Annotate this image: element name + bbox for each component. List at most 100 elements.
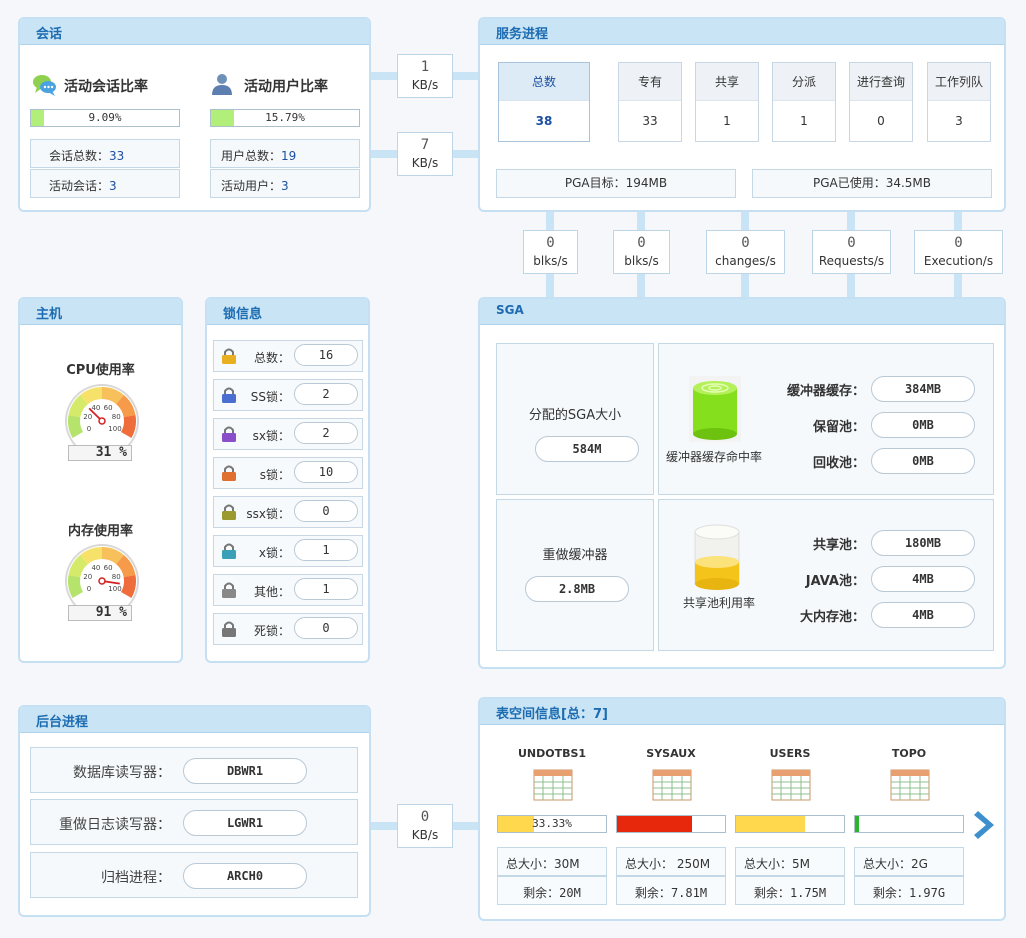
shared-pool-cylinder-icon [694,524,740,590]
user-ratio-title: 活动用户比率 [244,79,328,95]
session-active: 活动会话：3 [30,169,180,198]
buffer-cache-label: 缓冲器缓存： [786,384,865,399]
java-pool-label: JAVA池： [805,574,865,589]
lock-value: 2 [294,422,358,444]
svg-text:20: 20 [83,573,92,581]
session-active-value: 3 [109,179,117,193]
arch-label: 归档进程： [101,870,171,886]
locks-panel: 锁信息 总数： 16 SS锁： 2 sx锁： 2 s锁： 10 ssx锁： 0 x锁： 1 其他： 1 死锁… [205,297,370,663]
recycle-pool-value: 0MB [871,448,975,474]
tablespace-usage-bar [735,815,845,833]
session-ratio-value: 9.09% [88,111,122,124]
tablespace-free-value: 7.81M [670,886,708,900]
io-rate-value: 0 [847,235,856,251]
buffer-box: 缓冲器缓存命中率 缓冲器缓存： 384MB 保留池： 0MB 回收池： 0MB [658,343,994,495]
lock-sx-icon [222,426,236,442]
io-rate-value: 0 [741,235,750,251]
sga-alloc-value: 584M [535,436,639,462]
service-shared-value: 1 [723,114,731,128]
tablespace-usage-fill [736,816,806,832]
io-rate-unit: blks/s [624,254,659,268]
service-total-value: 38 [535,114,553,128]
session-rate-unit: KB/s [411,78,439,92]
user-icon [212,74,232,95]
lock-label: s锁： [259,468,290,482]
tablespace-usage-bar [854,815,964,833]
table-grid-icon [771,769,811,801]
session-total-label: 会话总数： [49,149,110,163]
cpu-title: CPU使用率 [66,363,135,378]
table-grid-icon [652,769,692,801]
lock-row: 总数： 16 [213,340,363,372]
io-rate-box: 0 Requests/s [812,230,891,274]
lock-row: x锁： 1 [213,535,363,567]
service-shared-label: 共享 [696,63,758,101]
tablespace-total: 总大小：5M [735,847,845,876]
shared-pool-value: 180MB [871,530,975,556]
service-panel-title: 服务进程 [480,19,1004,45]
tablespace-free: 剩余：1.75M [735,876,845,905]
svg-text:0: 0 [87,585,91,593]
svg-text:80: 80 [112,573,121,581]
service-querying: 进行查询 0 [849,62,913,142]
tablespace-total: 总大小： 250M [616,847,726,876]
lock-s-icon [222,465,236,481]
lock-gold-icon [222,348,236,364]
shared-pool-box: 共享池利用率 共享池： 180MB JAVA池： 4MB 大内存池： 4MB [658,499,994,651]
next-arrow-icon[interactable] [972,809,1000,841]
background-rate-value: 0 [420,809,430,825]
lock-label: SS锁： [250,390,290,404]
svg-text:100: 100 [108,425,121,433]
user-active: 活动用户：3 [210,169,360,198]
user-rate-box: 7 KB/s [397,132,453,176]
io-rate-box: 0 changes/s [706,230,785,274]
session-panel-title: 会话 [20,19,369,45]
lock-value: 10 [294,461,358,483]
lock-row: s锁： 10 [213,457,363,489]
lock-label: sx锁： [252,429,290,443]
io-rate-value: 0 [637,235,646,251]
shared-usage-label: 共享池利用率 [682,596,755,610]
tablespace-total: 总大小：2G [854,847,964,876]
tablespace-name: UNDOTBS1 [517,747,587,760]
lock-value: 0 [294,500,358,522]
lock-value: 1 [294,539,358,561]
tablespace-name: SYSAUX [646,747,696,760]
buffer-cache-value: 384MB [871,376,975,402]
arch-value: ARCH0 [183,863,307,889]
buffer-cylinder-icon [689,376,741,442]
redo-box: 重做缓冲器 2.8MB [496,499,654,651]
user-rate-value: 7 [420,137,430,153]
redo-label: 重做缓冲器 [542,548,608,563]
tablespace-panel-title: 表空间信息[总：7] [480,699,1004,725]
user-ratio-value: 15.79% [265,111,305,124]
session-rate-box: 1 KB/s [397,54,453,98]
lock-value: 0 [294,617,358,639]
memory-gauge-icon: 0 2040 6080 100 [65,544,139,605]
tablespace-free-label: 剩余： [523,886,560,900]
redo-value: 2.8MB [525,576,629,602]
lock-ssx-icon [222,504,236,520]
io-rate-value: 0 [546,235,555,251]
tablespace-name: USERS [769,747,811,760]
io-rate-unit: blks/s [533,254,568,268]
buffer-hit-label: 缓冲器缓存命中率 [665,450,762,464]
tablespace-usage-bar: 33.33% [497,815,607,833]
pga-target: PGA目标：194MB [496,169,736,198]
background-panel-title: 后台进程 [20,707,369,733]
background-panel: 后台进程 数据库读写器： DBWR1 重做日志读写器： LGWR1 归档进程： … [18,705,371,917]
large-pool-label: 大内存池： [799,610,865,625]
lock-label: 其他： [253,585,290,599]
tablespace-free-label: 剩余： [753,886,790,900]
sga-panel-title: SGA [480,299,1004,325]
svg-text:60: 60 [104,564,113,572]
keep-pool-value: 0MB [871,412,975,438]
io-rate-value: 0 [954,235,963,251]
recycle-pool-label: 回收池： [812,456,865,471]
cpu-gauge-icon: 0 2040 6080 100 [65,384,139,445]
lgwr-label: 重做日志读写器： [59,817,171,833]
tablespace-free-value: 20M [559,886,581,900]
locks-panel-title: 锁信息 [207,299,368,325]
large-pool-value: 4MB [871,602,975,628]
background-row-lgwr: 重做日志读写器： LGWR1 [30,799,358,845]
